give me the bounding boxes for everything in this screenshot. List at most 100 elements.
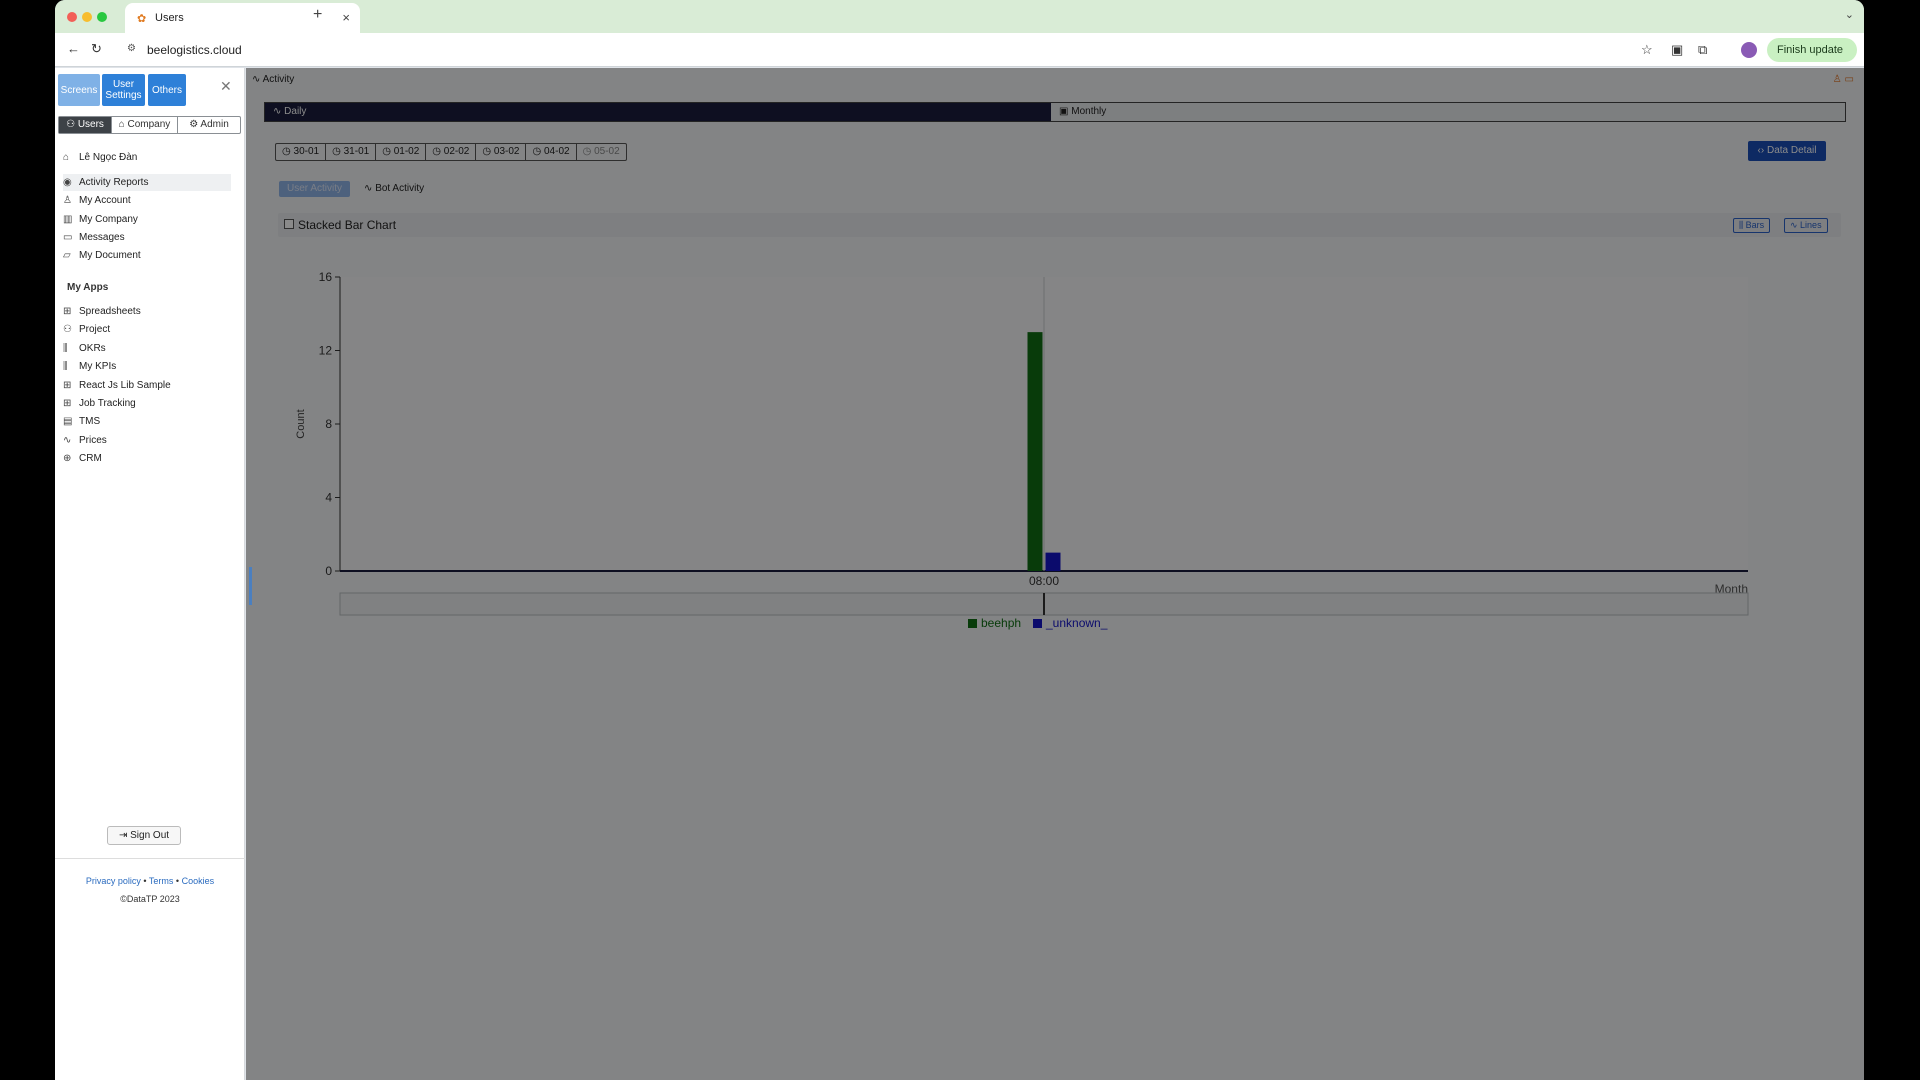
cookies-link[interactable]: Cookies xyxy=(182,876,215,886)
date-label: 02-02 xyxy=(443,146,470,157)
document-icon: ▤ xyxy=(63,416,73,427)
sidebar-item-okrs[interactable]: ⫼ OKRs xyxy=(63,340,231,357)
browser-window: ✿ Users × + ⌄ ← ↻ ⚙ beelogistics.cloud ☆… xyxy=(55,0,1864,1080)
new-tab-icon[interactable]: + xyxy=(313,6,322,24)
others-button[interactable]: Others xyxy=(148,74,186,106)
browser-tab[interactable]: ✿ Users × xyxy=(125,3,360,33)
minimize-window-button[interactable] xyxy=(82,12,92,22)
sidebar-item-prices[interactable]: ∿ Prices xyxy=(63,432,231,449)
y-tick-label: 0 xyxy=(325,564,332,578)
reload-icon[interactable]: ↻ xyxy=(91,41,102,57)
date-button[interactable]: ◷ 04-02 xyxy=(526,144,577,160)
date-label: 05-02 xyxy=(594,146,620,157)
privacy-policy-link[interactable]: Privacy policy xyxy=(86,876,141,886)
sidebar-item-label: Job Tracking xyxy=(79,398,136,409)
sidebar-item-my-document[interactable]: ▱ My Document xyxy=(63,247,231,264)
tab-users[interactable]: ⚇ Users xyxy=(59,117,112,133)
chart-panel: Stacked Bar Chart ⫼ Bars ∿ Lines 0 4 8 12 16… xyxy=(268,202,1858,1042)
data-detail-button[interactable]: ‹› Data Detail xyxy=(1748,141,1826,161)
sidebar-item-label: Prices xyxy=(79,435,107,446)
puzzle-icon[interactable]: ⧉ xyxy=(1698,42,1707,58)
sidebar-item-my-account[interactable]: ♙ My Account xyxy=(63,192,231,209)
terms-link[interactable]: Terms xyxy=(149,876,174,886)
tab-admin-label: Admin xyxy=(200,119,229,130)
sign-out-icon: ⇥ xyxy=(118,830,128,841)
sidebar-item-react-js-lib-sample[interactable]: ⊞ React Js Lib Sample xyxy=(63,377,231,394)
tab-strip: ✿ Users × + ⌄ xyxy=(55,0,1864,33)
user-settings-button[interactable]: User Settings xyxy=(102,74,145,106)
main-content: ∿ Activity ♙ ▭ ∿ Daily ▣ Monthly ◷ 30-01… xyxy=(246,68,1864,1080)
close-tab-icon[interactable]: × xyxy=(342,10,350,25)
sidebar-item-label: Project xyxy=(79,324,111,335)
globe-icon: ⊕ xyxy=(63,453,72,464)
extension-icon[interactable]: ▣ xyxy=(1671,42,1683,58)
address-bar[interactable]: beelogistics.cloud xyxy=(147,43,242,57)
bookmark-star-icon[interactable]: ☆ xyxy=(1641,42,1653,58)
page-title-label: Activity xyxy=(262,74,295,85)
sidebar-item-tms[interactable]: ▤ TMS xyxy=(63,413,231,430)
header-user-icons[interactable]: ♙ ▭ xyxy=(1833,74,1854,85)
date-button[interactable]: ◷ 30-01 xyxy=(276,144,327,160)
site-settings-icon[interactable]: ⚙ xyxy=(127,43,136,54)
tab-admin[interactable]: ⚙ Admin xyxy=(178,117,240,133)
sidebar-resize-handle[interactable] xyxy=(249,567,252,605)
sidebar-item-my-company[interactable]: ▥ My Company xyxy=(63,211,231,228)
sidebar-item-project[interactable]: ⚇ Project xyxy=(63,321,231,338)
sidebar-item-job-tracking[interactable]: ⊞ Job Tracking xyxy=(63,395,231,412)
sidebar-item-my-kpis[interactable]: ⫼ My KPIs xyxy=(63,358,231,375)
role-tabs: ⚇ Users ⌂ Company ⚙ Admin xyxy=(58,116,241,134)
sidebar-item-activity-reports[interactable]: ◉ Activity Reports xyxy=(63,174,231,191)
sidebar-item-messages[interactable]: ▭ Messages xyxy=(63,229,231,246)
back-arrow-icon[interactable]: ← xyxy=(67,41,80,56)
date-button[interactable]: ◷ 01-02 xyxy=(376,144,427,160)
x-tick-label: 08:00 xyxy=(1029,574,1059,588)
data-detail-label: Data Detail xyxy=(1766,145,1817,156)
activity-chart: 0481216Count08:00Monthbeehph _unknown_ xyxy=(295,270,1749,630)
others-label: Others xyxy=(151,84,182,96)
sign-out-button[interactable]: ⇥ Sign Out xyxy=(107,826,181,845)
date-button[interactable]: ◷ 31-01 xyxy=(326,144,377,160)
sidebar-item-label: My Company xyxy=(79,214,138,225)
sidebar: Screens User Settings Others ✕ ⚇ Users ⌂… xyxy=(55,68,245,1080)
date-buttons: ◷ 30-01 ◷ 31-01 ◷ 01-02 ◷ 02-02 ◷ 03-02 … xyxy=(275,143,627,161)
sidebar-item-crm[interactable]: ⊕ CRM xyxy=(63,450,231,467)
finish-update-button[interactable]: Finish update ⋮ xyxy=(1767,38,1857,80)
close-icon[interactable]: ✕ xyxy=(220,78,232,95)
sidebar-item-label: Activity Reports xyxy=(79,177,149,188)
sidebar-item-spreadsheets[interactable]: ⊞ Spreadsheets xyxy=(63,303,231,320)
tab-user-activity[interactable]: User Activity xyxy=(279,181,351,197)
tab-monthly[interactable]: ▣ Monthly xyxy=(1051,103,1845,121)
sign-out-label: Sign Out xyxy=(130,830,170,841)
browser-toolbar: ← ↻ ⚙ beelogistics.cloud ☆ ▣ ⧉ Finish up… xyxy=(55,33,1864,80)
message-icon: ▭ xyxy=(63,232,73,243)
tab-daily-label: Daily xyxy=(284,106,307,117)
date-label: 31-01 xyxy=(343,146,370,157)
tab-company[interactable]: ⌂ Company xyxy=(112,117,178,133)
zoom-window-button[interactable] xyxy=(97,12,107,22)
tab-user-activity-label: User Activity xyxy=(287,183,343,194)
legend-label: beehph xyxy=(981,616,1021,630)
tab-search-chevron-icon[interactable]: ⌄ xyxy=(1845,8,1854,21)
date-button[interactable]: ◷ 02-02 xyxy=(426,144,477,160)
user-home-link[interactable]: ⌂ Lê Ngọc Đàn xyxy=(63,152,137,163)
footer-links: Privacy policy • Terms • Cookies xyxy=(55,876,245,886)
y-axis-label: Count xyxy=(295,409,307,438)
tab-bot-activity[interactable]: ∿ Bot Activity xyxy=(356,181,432,197)
screens-button[interactable]: Screens xyxy=(58,74,100,106)
activity-icon: ∿ xyxy=(63,435,72,446)
finish-update-label: Finish update xyxy=(1777,44,1844,56)
date-button[interactable]: ◷ 05-02 xyxy=(577,144,626,160)
footer-separator: • xyxy=(173,876,182,886)
tab-daily[interactable]: ∿ Daily xyxy=(265,103,1051,121)
profile-avatar[interactable] xyxy=(1741,42,1757,58)
screens-label: Screens xyxy=(60,84,98,96)
tab-title: Users xyxy=(155,12,184,24)
copyright: ©DataTP 2023 xyxy=(120,894,180,904)
users-icon: ⚇ xyxy=(63,324,72,335)
home-icon: ⌂ xyxy=(63,152,70,163)
tab-users-label: Users xyxy=(77,119,104,130)
close-window-button[interactable] xyxy=(67,12,77,22)
legend-swatch xyxy=(1033,619,1042,628)
sidebar-item-label: My KPIs xyxy=(79,361,117,372)
date-button[interactable]: ◷ 03-02 xyxy=(476,144,527,160)
